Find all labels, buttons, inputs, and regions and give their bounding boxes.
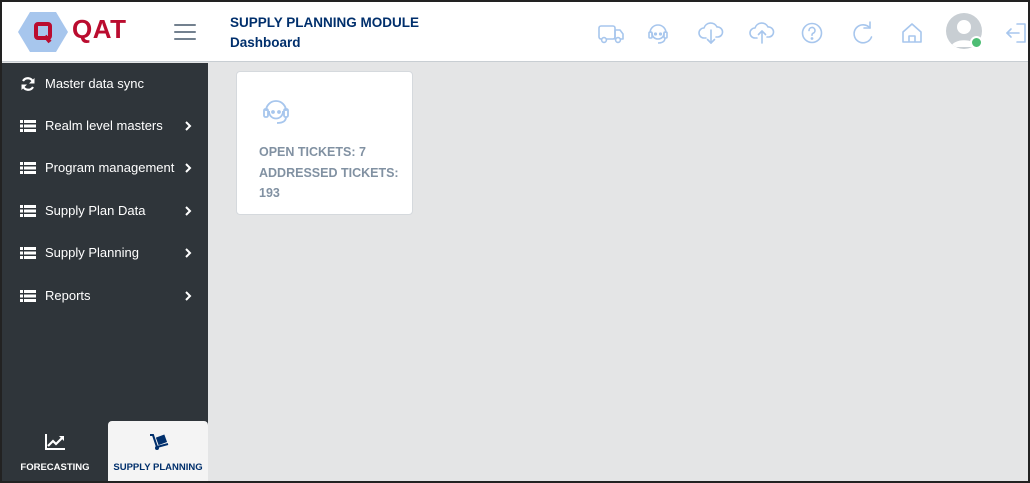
sidebar-item-label: Supply Planning <box>45 245 139 260</box>
app-window: QAT SUPPLY PLANNING MODULE Dashboard Mas… <box>0 0 1030 483</box>
sidebar-item-realm-level-masters[interactable]: Realm level masters <box>2 106 208 146</box>
sync-icon <box>21 77 35 91</box>
page-title: Dashboard <box>230 35 301 50</box>
online-status-indicator <box>970 36 983 49</box>
module-title: SUPPLY PLANNING MODULE <box>230 15 420 30</box>
cloud-download-icon[interactable] <box>696 18 726 48</box>
chevron-right-icon <box>185 291 192 301</box>
sidebar-item-label: Supply Plan Data <box>45 203 146 218</box>
sidebar-item-label: Master data sync <box>45 76 144 91</box>
addressed-tickets-count: 193 <box>259 186 280 200</box>
list-icon <box>20 120 36 132</box>
support-headset-icon[interactable] <box>643 18 673 48</box>
list-icon <box>20 290 36 302</box>
chevron-right-icon <box>185 163 192 173</box>
chevron-right-icon <box>185 121 192 131</box>
chart-line-icon <box>45 434 65 450</box>
tab-label: FORECASTING <box>20 462 90 473</box>
tab-supply-planning[interactable]: SUPPLY PLANNING <box>108 421 208 481</box>
addressed-tickets-label: ADDRESSED TICKETS: <box>259 166 399 180</box>
dolly-icon <box>150 434 169 450</box>
open-tickets-text: OPEN TICKETS: 7 <box>259 145 366 159</box>
support-headset-icon <box>263 100 289 124</box>
sidebar-item-master-data-sync[interactable]: Master data sync <box>2 64 208 104</box>
sidebar: Master data sync Realm level masters Pro… <box>2 63 208 481</box>
top-header: QAT SUPPLY PLANNING MODULE Dashboard <box>2 2 1028 62</box>
list-icon <box>20 205 36 217</box>
sidebar-item-label: Reports <box>45 288 91 303</box>
module-switcher: FORECASTING SUPPLY PLANNING <box>2 421 208 481</box>
tickets-card[interactable]: OPEN TICKETS: 7 ADDRESSED TICKETS: 193 <box>236 71 413 215</box>
sidebar-item-label: Realm level masters <box>45 118 163 133</box>
hamburger-line <box>174 38 196 40</box>
hamburger-line <box>174 31 196 33</box>
logout-icon[interactable] <box>1000 18 1028 48</box>
menu-toggle-button[interactable] <box>174 24 196 42</box>
sidebar-item-supply-plan-data[interactable]: Supply Plan Data <box>2 191 208 231</box>
sidebar-item-program-management[interactable]: Program management <box>2 148 208 188</box>
sidebar-item-supply-planning[interactable]: Supply Planning <box>2 233 208 273</box>
help-icon[interactable] <box>797 18 827 48</box>
list-icon <box>20 162 36 174</box>
cloud-upload-icon[interactable] <box>747 18 777 48</box>
refresh-icon[interactable] <box>848 18 878 48</box>
tab-label: SUPPLY PLANNING <box>113 462 203 473</box>
chevron-right-icon <box>185 248 192 258</box>
sidebar-item-label: Program management <box>45 160 175 175</box>
sidebar-item-reports[interactable]: Reports <box>2 276 208 316</box>
tab-forecasting[interactable]: FORECASTING <box>2 421 108 481</box>
home-icon[interactable] <box>897 18 927 48</box>
hamburger-line <box>174 24 196 26</box>
qat-logo-icon <box>18 12 68 52</box>
chevron-right-icon <box>185 206 192 216</box>
truck-icon[interactable] <box>596 18 626 48</box>
list-icon <box>20 247 36 259</box>
logo-text: QAT <box>72 14 127 44</box>
